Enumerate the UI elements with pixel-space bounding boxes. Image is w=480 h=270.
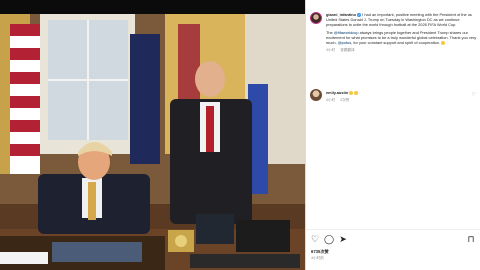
comment-likes[interactable]: 2次赞 <box>340 98 349 103</box>
bookmark-icon[interactable]: ⊓ <box>466 234 476 244</box>
caption-paragraph-2: The @fifaworldcup always brings people t… <box>326 30 478 45</box>
caption-meta: 4小时 查看翻译 <box>326 48 478 53</box>
close-icon[interactable]: ✕ <box>464 2 476 14</box>
commenter-avatar[interactable] <box>310 89 322 101</box>
photo-illustration <box>0 14 305 270</box>
post-photo[interactable] <box>0 14 305 270</box>
hands-emoji-icon <box>354 90 359 95</box>
post-date: 4小时前 <box>311 256 324 260</box>
comment-bubble-icon[interactable]: ◯ <box>324 234 334 244</box>
app-frame: gianni_infantino ✓ I had an important, p… <box>0 0 480 270</box>
comment-time-ago: 4小时 <box>326 98 336 102</box>
commenter-username[interactable]: emily.austin <box>326 90 348 95</box>
mention-link-potus[interactable]: @potus <box>338 40 351 45</box>
comment-text: emily.austin 4小时 2次赞 <box>326 90 359 103</box>
like-heart-icon[interactable]: ♡ <box>310 234 320 244</box>
post-time-ago: 4小时 <box>326 48 336 52</box>
see-translation-link[interactable]: 查看翻译 <box>340 48 354 53</box>
caption-text-segment: , for your constant support and spirit o… <box>351 40 441 45</box>
comment-meta: 4小时 2次赞 <box>326 98 358 103</box>
author-avatar[interactable] <box>310 12 322 24</box>
comment-item: emily.austin 4小时 2次赞 ♡ <box>310 89 478 103</box>
likes-count[interactable]: 6735次赞 <box>311 249 329 255</box>
post-caption: gianni_infantino ✓ I had an important, p… <box>310 12 478 53</box>
action-bar: ♡ ◯ ➤ ⊓ <box>306 229 480 247</box>
comment-like-heart-icon[interactable]: ♡ <box>472 92 476 98</box>
smile-emoji-icon <box>349 90 354 95</box>
post-detail-panel: gianni_infantino ✓ I had an important, p… <box>305 0 480 270</box>
share-send-icon[interactable]: ➤ <box>338 234 348 244</box>
smile-emoji-icon <box>441 40 446 45</box>
caption-text: gianni_infantino ✓ I had an important, p… <box>326 12 478 53</box>
